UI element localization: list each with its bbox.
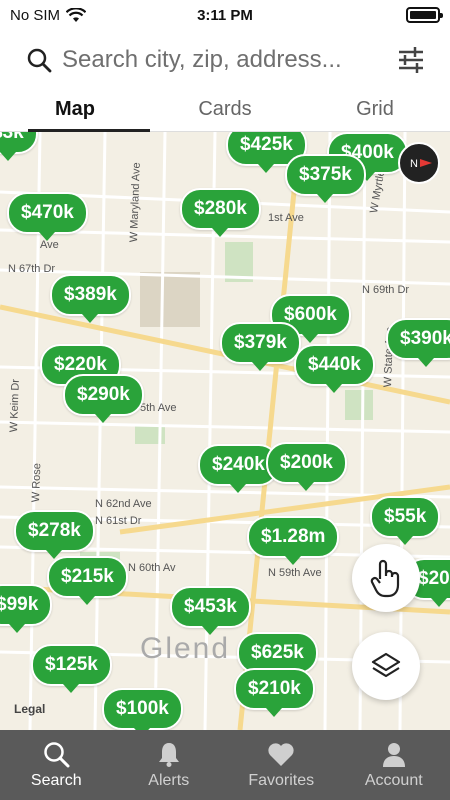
nav-favorites[interactable]: Favorites bbox=[225, 730, 338, 800]
bottom-nav: Search Alerts Favorites Account bbox=[0, 730, 450, 800]
price-pin[interactable]: $99k bbox=[0, 584, 53, 633]
map-view[interactable]: N 67th Dr W Maryland Ave 1st Ave N 69th … bbox=[0, 132, 450, 730]
nav-favorites-label: Favorites bbox=[248, 772, 315, 789]
filter-button[interactable] bbox=[394, 43, 428, 77]
search-icon bbox=[27, 48, 52, 73]
price-pin[interactable]: $55k bbox=[370, 496, 441, 545]
layers-icon bbox=[371, 652, 401, 678]
price-pin[interactable]: $100k bbox=[102, 688, 183, 730]
street-label: N 67th Dr bbox=[8, 263, 56, 275]
price-pin[interactable]: $470k bbox=[7, 192, 88, 241]
compass-button[interactable]: N bbox=[398, 142, 440, 184]
tab-cards[interactable]: Cards bbox=[150, 90, 300, 131]
search-input[interactable]: Search city, zip, address... bbox=[62, 46, 394, 74]
price-pin[interactable]: $375k bbox=[285, 154, 366, 203]
compass-icon: N bbox=[410, 158, 432, 170]
view-tabs: Map Cards Grid bbox=[0, 90, 450, 132]
price-pin[interactable]: $278k bbox=[14, 510, 95, 559]
wifi-icon bbox=[66, 7, 87, 22]
battery-icon bbox=[406, 7, 443, 23]
map-layers-button[interactable] bbox=[352, 632, 420, 700]
price-pin[interactable]: $390k bbox=[386, 318, 450, 367]
street-label: W Rose bbox=[30, 462, 44, 503]
street-label: N 62nd Ave bbox=[95, 498, 152, 510]
status-bar: No SIM 3:11 PM bbox=[0, 0, 450, 30]
search-icon bbox=[44, 742, 70, 768]
tab-grid[interactable]: Grid bbox=[300, 90, 450, 131]
status-left: No SIM bbox=[10, 6, 87, 24]
price-pin[interactable]: $389k bbox=[50, 274, 131, 323]
city-label: Glend bbox=[140, 632, 231, 665]
sliders-icon bbox=[399, 47, 423, 73]
nav-alerts-label: Alerts bbox=[148, 772, 190, 789]
compass-north-label: N bbox=[410, 158, 418, 170]
search-bar[interactable]: Search city, zip, address... bbox=[0, 30, 450, 90]
tab-map[interactable]: Map bbox=[0, 90, 150, 132]
clock: 3:11 PM bbox=[197, 6, 253, 24]
carrier-label: No SIM bbox=[10, 6, 61, 24]
street-label: N 60th Av bbox=[128, 562, 176, 574]
street-label: N 59th Ave bbox=[268, 567, 322, 579]
price-pin[interactable]: $280k bbox=[180, 188, 261, 237]
street-label: W Keim Dr bbox=[8, 378, 22, 433]
price-pin[interactable]: $200k bbox=[266, 442, 347, 491]
price-pin[interactable]: $210k bbox=[234, 668, 315, 717]
heart-icon bbox=[268, 743, 294, 766]
price-pin[interactable]: $125k bbox=[31, 644, 112, 693]
hand-pointer-icon bbox=[370, 559, 400, 598]
price-pin[interactable]: $440k bbox=[294, 344, 375, 393]
nav-search-label: Search bbox=[30, 772, 82, 789]
nav-search[interactable]: Search bbox=[0, 730, 113, 800]
price-pin[interactable]: $215k bbox=[47, 556, 128, 605]
street-label: 5th Ave bbox=[140, 402, 177, 414]
price-pin[interactable]: $379k bbox=[220, 322, 301, 371]
nav-account[interactable]: Account bbox=[338, 730, 450, 800]
street-label: 1st Ave bbox=[268, 212, 304, 224]
draw-search-button[interactable] bbox=[352, 544, 420, 612]
nav-alerts[interactable]: Alerts bbox=[113, 730, 226, 800]
price-pin[interactable]: $1.28m bbox=[247, 516, 340, 565]
person-icon bbox=[382, 743, 405, 767]
street-label: N 69th Dr bbox=[362, 284, 410, 296]
legal-link[interactable]: Legal bbox=[14, 702, 45, 716]
price-pin[interactable]: $453k bbox=[170, 586, 251, 635]
street-label: N 61st Dr bbox=[95, 515, 142, 527]
bell-icon bbox=[158, 743, 179, 767]
price-pin[interactable]: $290k bbox=[63, 374, 144, 423]
nav-account-label: Account bbox=[364, 772, 423, 789]
